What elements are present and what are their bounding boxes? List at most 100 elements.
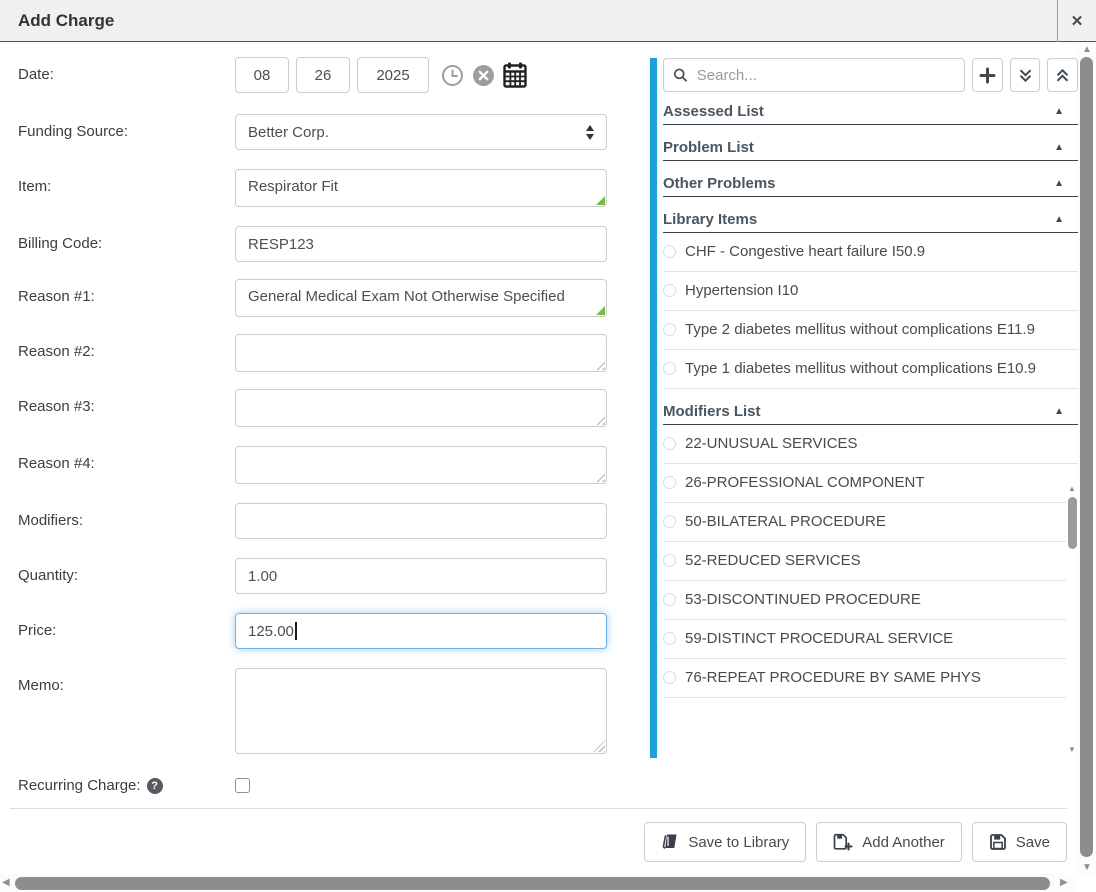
reason2-input[interactable] — [235, 334, 607, 372]
scroll-down-icon[interactable]: ▼ — [1066, 745, 1078, 754]
collapse-up-icon: ▲ — [1054, 214, 1064, 225]
funding-source-value: Better Corp. — [248, 124, 329, 141]
scroll-up-icon[interactable]: ▲ — [1078, 44, 1096, 55]
calendar-icon[interactable] — [503, 62, 527, 88]
quantity-row: Quantity: 1.00 — [18, 558, 608, 594]
modifier-item-label: 26-PROFESSIONAL COMPONENT — [685, 469, 925, 497]
modifier-item-label: 22-UNUSUAL SERVICES — [685, 430, 858, 458]
floppy-save-icon — [989, 833, 1007, 851]
reason4-input[interactable] — [235, 446, 607, 484]
scroll-right-icon[interactable]: ▶ — [1060, 877, 1068, 888]
save-label: Save — [1016, 834, 1050, 851]
radio-circle-icon — [663, 554, 676, 567]
modifiers-list-scrollbar[interactable]: ▲ ▼ — [1066, 484, 1078, 756]
collapse-all-button[interactable] — [1047, 58, 1078, 92]
collapse-up-icon: ▲ — [1054, 178, 1064, 189]
radio-circle-icon — [663, 671, 676, 684]
item-value: Respirator Fit — [248, 178, 338, 195]
price-row: Price: 125.00 — [18, 613, 608, 649]
vertical-scrollbar[interactable]: ▲ ▼ — [1078, 43, 1096, 874]
modifier-item[interactable]: 53-DISCONTINUED PROCEDURE — [663, 581, 1078, 620]
date-day-input[interactable]: 26 — [296, 57, 350, 93]
modifier-item[interactable]: 26-PROFESSIONAL COMPONENT — [663, 464, 1078, 503]
recurring-row: Recurring Charge: ? — [18, 777, 608, 794]
section-header-library-items[interactable]: Library Items ▲ — [663, 208, 1078, 233]
recurring-checkbox[interactable] — [235, 778, 250, 793]
quantity-label: Quantity: — [18, 558, 235, 584]
radio-circle-icon — [663, 284, 676, 297]
close-icon: ✕ — [1071, 12, 1084, 30]
radio-circle-icon — [663, 593, 676, 606]
scroll-left-icon[interactable]: ◀ — [2, 877, 10, 888]
reason2-label: Reason #2: — [18, 334, 235, 360]
clear-date-icon[interactable] — [472, 64, 495, 87]
modifiers-scrollbar-thumb[interactable] — [1068, 497, 1077, 549]
library-item[interactable]: Type 2 diabetes mellitus without complic… — [663, 311, 1078, 350]
add-another-button[interactable]: Add Another — [816, 822, 962, 862]
item-input[interactable]: Respirator Fit — [235, 169, 607, 207]
date-year-input[interactable]: 2025 — [357, 57, 429, 93]
memo-input[interactable] — [235, 668, 607, 754]
section-header-assessed-list[interactable]: Assessed List ▲ — [663, 100, 1078, 125]
section-header-other-problems[interactable]: Other Problems ▲ — [663, 172, 1078, 197]
quantity-input[interactable]: 1.00 — [235, 558, 607, 594]
price-input[interactable]: 125.00 — [235, 613, 607, 649]
scroll-up-icon[interactable]: ▲ — [1066, 484, 1078, 493]
modifier-item[interactable]: 59-DISTINCT PROCEDURAL SERVICE — [663, 620, 1078, 659]
radio-circle-icon — [663, 476, 676, 489]
reason3-input[interactable] — [235, 389, 607, 427]
section-header-problem-list[interactable]: Problem List ▲ — [663, 136, 1078, 161]
library-item[interactable]: CHF - Congestive heart failure I50.9 — [663, 233, 1078, 272]
vertical-scrollbar-thumb[interactable] — [1080, 57, 1093, 857]
close-button[interactable]: ✕ — [1057, 0, 1096, 42]
modifiers-input[interactable] — [235, 503, 607, 539]
expand-all-button[interactable] — [1010, 58, 1041, 92]
save-button[interactable]: Save — [972, 822, 1067, 862]
search-icon — [673, 67, 688, 83]
reason4-label: Reason #4: — [18, 446, 235, 472]
scroll-down-icon[interactable]: ▼ — [1078, 862, 1096, 873]
save-to-library-button[interactable]: Save to Library — [644, 822, 806, 862]
modifier-item[interactable]: 76-REPEAT PROCEDURE BY SAME PHYS — [663, 659, 1078, 698]
radio-circle-icon — [663, 632, 676, 645]
add-item-button[interactable] — [972, 58, 1003, 92]
date-controls: 08 26 2025 — [235, 57, 607, 93]
billing-code-input[interactable]: RESP123 — [235, 226, 607, 262]
recurring-label-group: Recurring Charge: ? — [18, 777, 235, 794]
green-resize-grip-icon — [596, 196, 605, 205]
panel-accent-bar — [650, 58, 657, 758]
search-input[interactable] — [695, 66, 955, 85]
library-item[interactable]: Hypertension I10 — [663, 272, 1078, 311]
modifier-item[interactable]: 52-REDUCED SERVICES — [663, 542, 1078, 581]
funding-source-select[interactable]: Better Corp. — [235, 114, 607, 150]
section-header-modifiers-list[interactable]: Modifiers List ▲ — [663, 400, 1078, 425]
date-month-input[interactable]: 08 — [235, 57, 289, 93]
footer-divider — [10, 808, 1067, 809]
radio-circle-icon — [663, 323, 676, 336]
price-value: 125.00 — [248, 623, 294, 640]
add-another-label: Add Another — [862, 834, 945, 851]
help-icon[interactable]: ? — [147, 778, 163, 794]
section-label: Modifiers List — [663, 403, 761, 420]
reason1-input[interactable]: General Medical Exam Not Otherwise Speci… — [235, 279, 607, 317]
horizontal-scrollbar[interactable]: ◀ ▶ — [0, 874, 1078, 892]
save-plus-icon — [833, 833, 853, 851]
plus-icon — [979, 67, 996, 84]
modifier-item[interactable]: 50-BILATERAL PROCEDURE — [663, 503, 1078, 542]
horizontal-scrollbar-thumb[interactable] — [15, 877, 1050, 890]
radio-circle-icon — [663, 515, 676, 528]
double-chevron-down-icon — [1017, 67, 1034, 84]
resize-grip-icon[interactable] — [595, 360, 605, 370]
modifier-item[interactable]: 22-UNUSUAL SERVICES — [663, 425, 1078, 464]
book-icon — [661, 833, 679, 851]
library-item[interactable]: Type 1 diabetes mellitus without complic… — [663, 350, 1078, 389]
search-row — [663, 58, 1078, 92]
resize-grip-icon[interactable] — [595, 472, 605, 482]
reason1-value: General Medical Exam Not Otherwise Speci… — [248, 288, 565, 305]
clock-icon[interactable] — [441, 64, 464, 87]
resize-grip-icon[interactable] — [593, 740, 605, 752]
resize-grip-icon[interactable] — [595, 415, 605, 425]
recurring-label: Recurring Charge: — [18, 777, 141, 794]
billing-code-row: Billing Code: RESP123 — [18, 226, 608, 262]
reason1-label: Reason #1: — [18, 279, 235, 305]
